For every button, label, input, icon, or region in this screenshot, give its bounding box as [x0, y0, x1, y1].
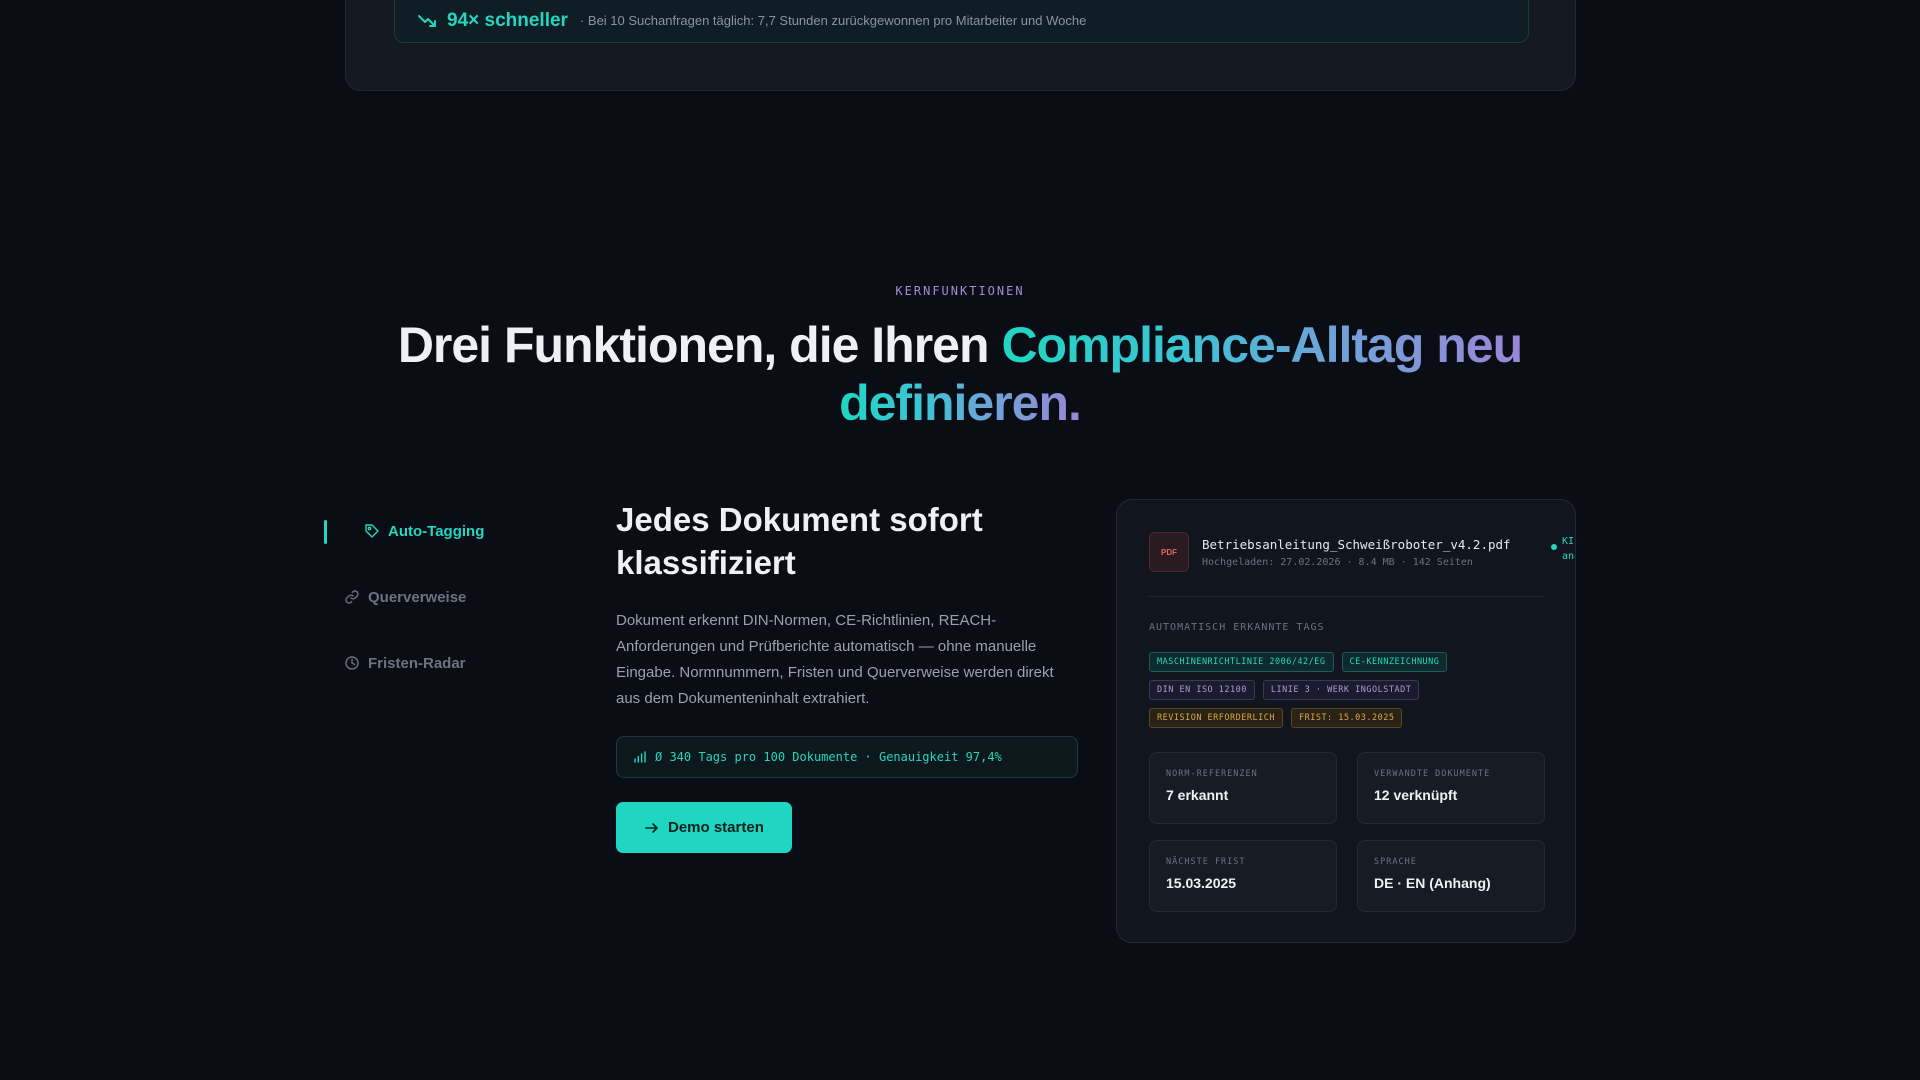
tab-fristen-radar[interactable]: Fristen-Radar	[324, 648, 564, 678]
tag-row: MASCHINENRICHTLINIE 2006/42/EG CE-KENNZE…	[1149, 652, 1549, 672]
section-eyebrow: KERNFUNKTIONEN	[895, 284, 1025, 298]
tags-label: AUTOMATISCH ERKANNTE TAGS	[1149, 622, 1325, 633]
feature-title: Jedes Dokument sofort klassifiziert	[616, 501, 983, 581]
tab-label: Fristen-Radar	[368, 654, 466, 672]
demo-button-label: Demo starten	[668, 819, 764, 836]
tab-querverweise[interactable]: Querverweise	[324, 582, 564, 612]
document-meta: Hochgeladen: 27.02.2026 · 8.4 MB · 142 S…	[1202, 556, 1473, 568]
metadata-key: NORM-REFERENZEN	[1166, 769, 1258, 779]
clock-icon	[345, 656, 359, 670]
speed-value: 94× schneller	[447, 9, 568, 31]
document-info: Betriebsanleitung_Schweißroboter_v4.2.pd…	[1202, 537, 1511, 568]
metadata-language: SPRACHE DE · EN (Anhang)	[1357, 840, 1545, 912]
tag-chip[interactable]: CE-KENNZEICHNUNG	[1341, 652, 1448, 672]
metadata-key: SPRACHE	[1374, 857, 1417, 867]
tag-row: DIN EN ISO 12100 LINIE 3 · WERK INGOLSTA…	[1149, 680, 1549, 700]
top-card: 94× schneller · Bei 10 Suchanfragen tägl…	[345, 0, 1576, 91]
trending-down-icon	[418, 14, 436, 27]
feature-description: Dokument erkennt DIN-Normen, CE-Richtlin…	[616, 612, 1054, 707]
metadata-key: NÄCHSTE FRIST	[1166, 857, 1246, 867]
metadata-key: VERWANDTE DOKUMENTE	[1374, 769, 1491, 779]
tab-label: Auto-Tagging	[388, 522, 485, 540]
status-line-2: analysi	[1562, 551, 1575, 562]
link-icon	[345, 590, 359, 604]
tag-chip[interactable]: MASCHINENRICHTLINIE 2006/42/EG	[1149, 652, 1334, 672]
status-line-1: KI	[1562, 536, 1575, 547]
metadata-related-documents: VERWANDTE DOKUMENTE 12 verknüpft	[1357, 752, 1545, 824]
headline-plain: Drei Funktionen, die Ihren	[397, 317, 1002, 373]
tab-auto-tagging[interactable]: Auto-Tagging	[324, 516, 564, 546]
status-dot-icon	[1551, 544, 1557, 550]
speed-banner: 94× schneller · Bei 10 Suchanfragen tägl…	[394, 0, 1529, 43]
metadata-value: 7 erkannt	[1166, 787, 1229, 803]
document-filename[interactable]: Betriebsanleitung_Schweißroboter_v4.2.pd…	[1202, 537, 1511, 552]
status-text: KI analysi	[1562, 534, 1575, 564]
metadata-value: DE · EN (Anhang)	[1374, 875, 1491, 891]
document-metadata-grid: NORM-REFERENZEN 7 erkannt VERWANDTE DOKU…	[1149, 752, 1545, 912]
metadata-value: 12 verknüpft	[1374, 787, 1458, 803]
tag-chip[interactable]: FRIST: 15.03.2025	[1290, 708, 1403, 728]
active-tab-indicator	[324, 520, 327, 544]
feature-stat-text: Ø 340 Tags pro 100 Dokumente · Genauigke…	[655, 750, 1002, 764]
speed-note: · Bei 10 Suchanfragen täglich: 7,7 Stund…	[579, 13, 1087, 28]
section-headline: Drei Funktionen, die Ihren Compliance-Al…	[360, 316, 1560, 432]
feature-panel: Jedes Dokument sofort klassifiziert Doku…	[616, 498, 1078, 853]
tag-list: MASCHINENRICHTLINIE 2006/42/EG CE-KENNZE…	[1149, 652, 1549, 736]
tag-chip[interactable]: REVISION ERFORDERLICH	[1149, 708, 1283, 728]
arrow-right-icon	[645, 822, 658, 833]
divider	[1149, 596, 1543, 597]
bar-chart-icon	[634, 751, 646, 763]
document-preview-card: PDF Betriebsanleitung_Schweißroboter_v4.…	[1116, 499, 1576, 943]
metadata-next-deadline: NÄCHSTE FRIST 15.03.2025	[1149, 840, 1337, 912]
tag-row: REVISION ERFORDERLICH FRIST: 15.03.2025	[1149, 708, 1549, 728]
ki-analysis-status: KI analysi	[1551, 534, 1575, 564]
headline-gradient-2: definieren.	[839, 375, 1082, 431]
metadata-norm-references: NORM-REFERENZEN 7 erkannt	[1149, 752, 1337, 824]
tag-chip[interactable]: LINIE 3 · WERK INGOLSTADT	[1262, 680, 1420, 700]
headline-gradient-1: Compliance-Alltag neu	[1001, 317, 1523, 373]
feature-tabs: Auto-Tagging Querverweise Fristen-Radar	[324, 516, 564, 714]
document-header: PDF Betriebsanleitung_Schweißroboter_v4.…	[1149, 532, 1575, 572]
tag-icon	[365, 524, 379, 538]
demo-start-button[interactable]: Demo starten	[616, 802, 792, 853]
pdf-file-icon: PDF	[1149, 532, 1189, 572]
metadata-value: 15.03.2025	[1166, 875, 1237, 891]
tag-chip[interactable]: DIN EN ISO 12100	[1149, 680, 1255, 700]
tab-label: Querverweise	[368, 588, 467, 606]
feature-stat: Ø 340 Tags pro 100 Dokumente · Genauigke…	[616, 736, 1078, 778]
